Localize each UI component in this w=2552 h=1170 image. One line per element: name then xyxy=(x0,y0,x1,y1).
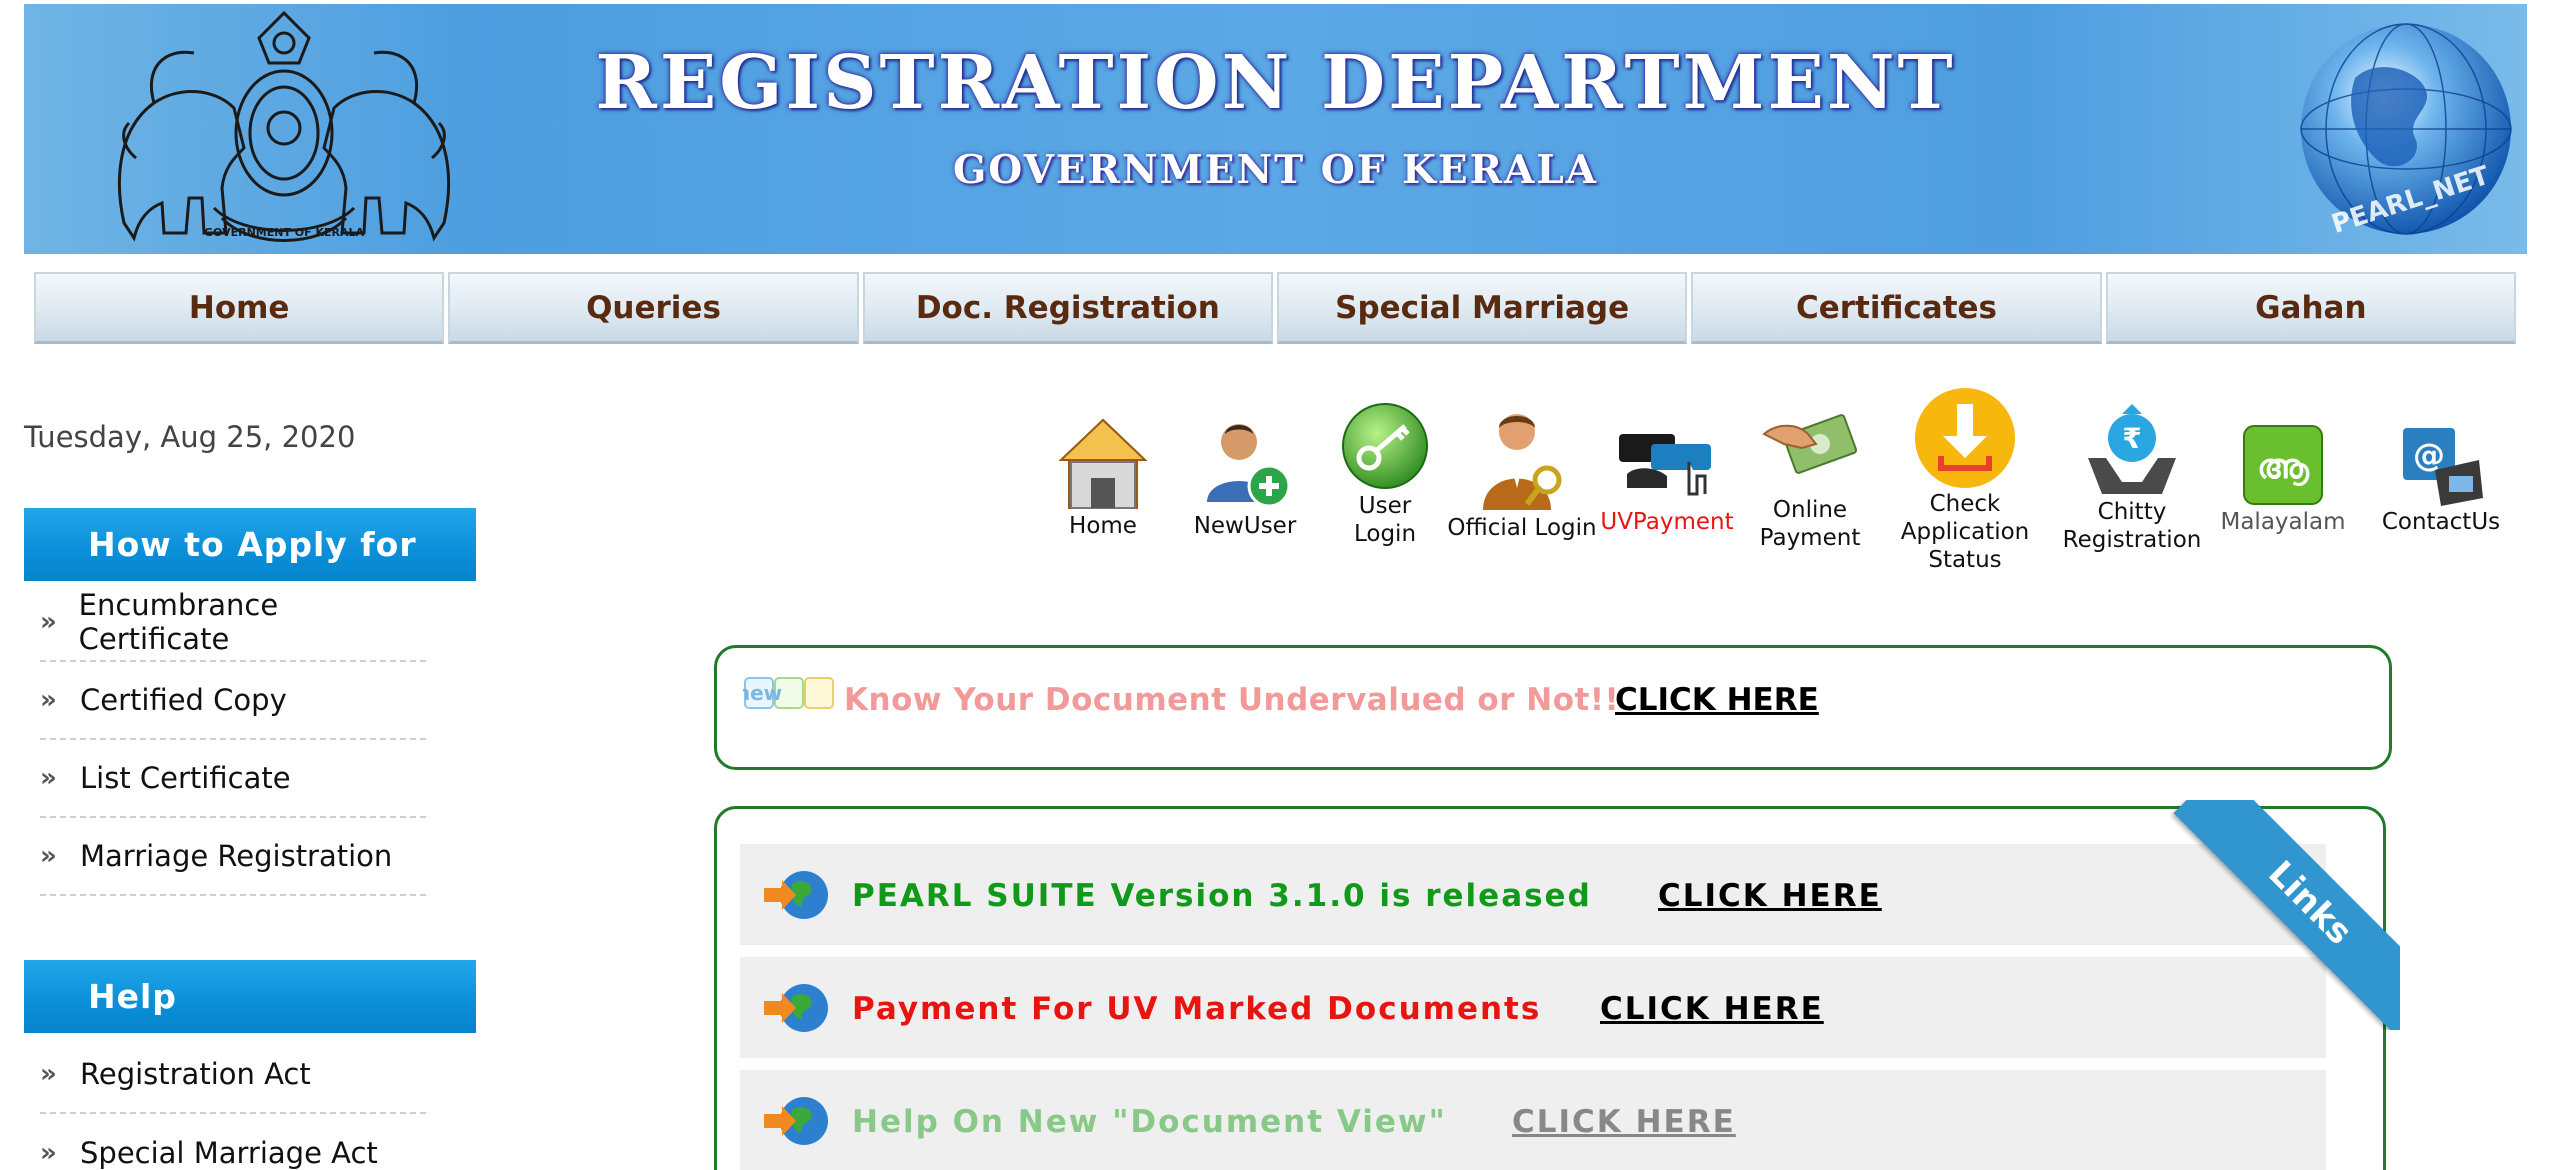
page-subtitle: GOVERNMENT OF KERALA xyxy=(953,147,1598,193)
key-icon xyxy=(1342,403,1428,489)
sidebar-item-encumbrance-certificate[interactable]: » Encumbrance Certificate xyxy=(40,584,426,662)
double-chevron-icon: » xyxy=(40,1059,57,1089)
malayalam-glyph: ആ xyxy=(2257,447,2310,487)
svg-text:@: @ xyxy=(2413,436,2445,474)
quick-check-application-status[interactable]: Check Application Status xyxy=(1900,386,2030,574)
quick-newuser[interactable]: NewUser xyxy=(1190,416,1300,540)
nav-certificates[interactable]: Certificates xyxy=(1691,272,2102,344)
links-ribbon-label: Links xyxy=(2173,800,2400,1030)
quick-official-login[interactable]: Official Login xyxy=(1442,408,1602,542)
nav-doc-registration[interactable]: Doc. Registration xyxy=(862,272,1273,344)
main-nav: Home Queries Doc. Registration Special M… xyxy=(34,272,2516,344)
link-row-text: Help On New "Document View" xyxy=(852,1104,1447,1140)
double-chevron-icon: » xyxy=(40,1138,57,1168)
download-status-icon xyxy=(1915,388,2015,488)
link-row-uv-payment: Payment For UV Marked Documents CLICK HE… xyxy=(740,957,2326,1058)
header-banner: GOVERNMENT OF KERALA REGISTRATION DEPART… xyxy=(24,4,2527,254)
nav-special-marriage[interactable]: Special Marriage xyxy=(1276,272,1688,344)
payment-hand-icon xyxy=(1619,434,1711,496)
globe-arrow-icon xyxy=(764,871,828,919)
svg-text:new: new xyxy=(743,681,782,705)
nav-gahan[interactable]: Gahan xyxy=(2105,272,2516,344)
double-chevron-icon: » xyxy=(40,763,57,793)
uv-payment-click-here-link[interactable]: CLICK HERE xyxy=(1600,991,1824,1027)
quick-online-payment[interactable]: Online Payment xyxy=(1750,400,1870,552)
house-icon xyxy=(1058,418,1148,509)
add-user-icon xyxy=(1207,424,1291,508)
rupee-bag-icon: ₹ xyxy=(2088,404,2176,494)
quick-uvpayment[interactable]: UVPayment xyxy=(1592,422,1742,536)
globe-arrow-icon xyxy=(764,1097,828,1145)
quick-links: Home NewUser User Login Official Login U… xyxy=(1040,386,2540,586)
links-ribbon: Links xyxy=(2170,800,2400,1030)
quick-user-login[interactable]: User Login xyxy=(1330,400,1440,548)
undervalued-text: Know Your Document Undervalued or Not!! xyxy=(844,682,1620,718)
pearl-net-globe-icon: PEARL_NET xyxy=(2300,23,2512,240)
undervalued-click-here-link[interactable]: CLICK HERE xyxy=(1615,682,1819,718)
nav-queries[interactable]: Queries xyxy=(448,272,859,344)
help-list: » Registration Act » Special Marriage Act xyxy=(40,1036,426,1170)
current-date: Tuesday, Aug 25, 2020 xyxy=(24,420,356,454)
double-chevron-icon: » xyxy=(40,607,57,637)
how-to-apply-header: How to Apply for xyxy=(24,508,476,581)
link-row-pearl-suite: PEARL SUITE Version 3.1.0 is released CL… xyxy=(740,844,2326,945)
quick-home[interactable]: Home xyxy=(1048,416,1158,540)
double-chevron-icon: » xyxy=(40,685,57,715)
nav-home[interactable]: Home xyxy=(34,272,445,344)
link-row-text: Payment For UV Marked Documents xyxy=(852,991,1542,1027)
page-title: REGISTRATION DEPARTMENT xyxy=(595,40,1956,126)
svg-text:₹: ₹ xyxy=(2122,422,2141,455)
official-user-icon xyxy=(1483,414,1562,510)
sidebar-item-registration-act[interactable]: » Registration Act xyxy=(40,1036,426,1114)
quick-malayalam[interactable]: ആ Malayalam xyxy=(2218,422,2348,536)
quick-contactus[interactable]: @ ContactUs xyxy=(2376,422,2506,536)
sidebar-item-special-marriage-act[interactable]: » Special Marriage Act xyxy=(40,1114,426,1170)
sidebar-item-certified-copy[interactable]: » Certified Copy xyxy=(40,662,426,740)
undervalued-notice-box: new Know Your Document Undervalued or No… xyxy=(714,645,2392,770)
link-row-text: PEARL SUITE Version 3.1.0 is released xyxy=(852,878,1592,914)
pearl-suite-click-here-link[interactable]: CLICK HERE xyxy=(1658,878,1882,914)
double-chevron-icon: » xyxy=(40,841,57,871)
new-badge-icon: new xyxy=(743,677,834,709)
contact-phone-icon: @ xyxy=(2403,428,2483,506)
malayalam-language-icon: ആ xyxy=(2243,425,2323,505)
link-row-document-view-help: Help On New "Document View" CLICK HERE xyxy=(740,1070,2326,1170)
sidebar-item-list-certificate[interactable]: » List Certificate xyxy=(40,740,426,818)
help-header: Help xyxy=(24,960,476,1033)
svg-text:GOVERNMENT OF KERALA: GOVERNMENT OF KERALA xyxy=(204,226,365,239)
document-view-click-here-link[interactable]: CLICK HERE xyxy=(1512,1104,1736,1140)
sidebar-item-marriage-registration[interactable]: » Marriage Registration xyxy=(40,818,426,896)
globe-arrow-icon xyxy=(764,984,828,1032)
how-to-apply-list: » Encumbrance Certificate » Certified Copy… xyxy=(40,584,426,896)
money-hand-icon xyxy=(1762,414,1858,474)
quick-chitty-registration[interactable]: ₹ Chitty Registration xyxy=(2062,398,2202,554)
